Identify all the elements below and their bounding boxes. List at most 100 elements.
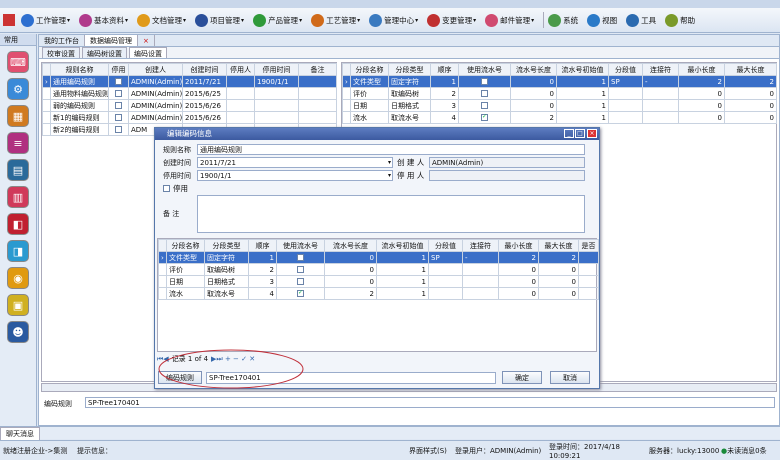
table-cell[interactable]: 弱的编码规则 — [50, 99, 109, 112]
table-cell[interactable]: 取编码树 — [388, 87, 431, 100]
table-cell[interactable]: 0 — [510, 99, 557, 112]
column-header[interactable]: 最大长度 — [538, 239, 579, 252]
network-icon[interactable]: ⚙ — [7, 78, 29, 100]
table-cell[interactable] — [276, 287, 325, 300]
table-cell[interactable]: 4 — [248, 287, 277, 300]
person-icon[interactable]: ☻ — [7, 321, 29, 343]
keyboard-icon[interactable]: ⌨ — [7, 51, 29, 73]
table-cell[interactable]: 评价 — [166, 263, 205, 276]
table-row[interactable]: › 文件类型 固定字符 1 0 1 SP -2 2 — [342, 75, 777, 88]
table-cell[interactable]: ADMIN(Admin) — [128, 99, 183, 112]
table-cell[interactable]: 0 — [724, 99, 777, 112]
briefcase-icon[interactable]: ◧ — [7, 213, 29, 235]
table-cell[interactable]: 0 — [324, 251, 377, 264]
checkbox[interactable] — [297, 254, 304, 261]
table-cell[interactable]: 0 — [324, 263, 377, 276]
table-cell[interactable] — [108, 111, 129, 124]
table-cell[interactable]: 0 — [498, 275, 539, 288]
table-cell[interactable] — [578, 287, 599, 300]
table-cell[interactable]: - — [642, 75, 679, 88]
table-cell[interactable]: 0 — [510, 75, 557, 88]
column-header[interactable]: 分段类型 — [204, 239, 249, 252]
table-cell[interactable] — [608, 99, 643, 112]
table-cell[interactable]: 0 — [498, 263, 539, 276]
table-cell[interactable]: 2015/6/26 — [182, 99, 227, 112]
table-cell[interactable]: 固定字符 — [204, 251, 249, 264]
menu-item-4[interactable]: 产品管理 ▾ — [251, 11, 306, 30]
checkbox[interactable] — [481, 90, 488, 97]
table-cell[interactable]: 1 — [376, 287, 429, 300]
table-cell[interactable]: 新1的编码规则 — [50, 111, 109, 124]
table-cell[interactable]: SP — [608, 75, 643, 88]
table-cell[interactable] — [578, 263, 599, 276]
checkbox[interactable] — [297, 290, 304, 297]
chevron-down-icon[interactable]: ▾ — [388, 158, 391, 168]
column-header[interactable]: 流水号长度 — [324, 239, 377, 252]
column-header[interactable]: 使用流水号 — [276, 239, 325, 252]
maximize-icon[interactable]: □ — [575, 129, 585, 138]
checkbox[interactable] — [481, 102, 488, 109]
ok-button[interactable]: 确定 — [502, 371, 542, 384]
tab-chat-messages[interactable]: 聊天消息 — [0, 427, 40, 441]
table-cell[interactable]: 2 — [724, 75, 777, 88]
chart-icon[interactable]: ▤ — [7, 159, 29, 181]
column-header[interactable]: 流水号初始值 — [376, 239, 429, 252]
table-cell[interactable] — [428, 287, 463, 300]
menu-item-6[interactable]: 管理中心 ▾ — [367, 11, 422, 30]
tab-my-workbench[interactable]: 我的工作台 — [39, 35, 85, 46]
table-cell[interactable] — [458, 87, 511, 100]
column-header[interactable]: 使用流水号 — [458, 63, 511, 76]
table-cell[interactable] — [458, 111, 511, 124]
table-cell[interactable] — [226, 87, 255, 100]
checkbox[interactable] — [297, 278, 304, 285]
table-cell[interactable] — [458, 75, 511, 88]
table-cell[interactable]: 2 — [248, 263, 277, 276]
column-header[interactable]: 是否 — [578, 239, 599, 252]
checkbox[interactable] — [481, 114, 488, 121]
column-header[interactable]: 连接符 — [462, 239, 499, 252]
table-cell[interactable] — [108, 87, 129, 100]
column-header[interactable]: 流水号长度 — [510, 63, 557, 76]
column-header[interactable]: 停用 — [108, 63, 129, 76]
column-header[interactable]: 备注 — [298, 63, 337, 76]
menu-item-3[interactable]: 项目管理 ▾ — [193, 11, 248, 30]
table-cell[interactable]: 1 — [556, 111, 609, 124]
table-cell[interactable] — [462, 287, 499, 300]
creator-field[interactable]: ADMIN(Admin) — [429, 157, 585, 168]
column-header[interactable]: 规则名称 — [50, 63, 109, 76]
column-header[interactable]: 停用时间 — [254, 63, 299, 76]
checkbox[interactable] — [481, 78, 488, 85]
table-row[interactable]: › 文件类型 固定字符 1 0 1 SP -2 2 — [158, 251, 599, 264]
chevron-down-icon[interactable]: ▾ — [388, 171, 391, 181]
table-cell[interactable] — [108, 99, 129, 112]
table-cell[interactable]: 流水 — [350, 111, 389, 124]
menu-item-9[interactable]: 系统 — [546, 11, 582, 30]
table-cell[interactable]: 0 — [498, 287, 539, 300]
table-cell[interactable]: 日期 — [166, 275, 205, 288]
disabled-by-field[interactable] — [429, 170, 585, 181]
close-icon[interactable]: × — [587, 129, 597, 138]
phone-icon[interactable]: ◨ — [7, 240, 29, 262]
table-cell[interactable]: 取流水号 — [388, 111, 431, 124]
table-cell[interactable]: 日期格式 — [388, 99, 431, 112]
menu-item-10[interactable]: 视图 — [585, 11, 621, 30]
table-cell[interactable]: 0 — [724, 87, 777, 100]
table-cell[interactable]: 3 — [430, 99, 459, 112]
table-cell[interactable]: 1 — [556, 75, 609, 88]
menu-item-1[interactable]: 基本资料 ▾ — [77, 11, 132, 30]
table-cell[interactable] — [578, 251, 599, 264]
menu-item-2[interactable]: 文档管理 ▾ — [135, 11, 190, 30]
boxes-icon[interactable]: ▦ — [7, 105, 29, 127]
table-cell[interactable]: ADMIN(Admin) — [128, 111, 183, 124]
disable-checkbox[interactable] — [163, 185, 170, 192]
table-cell[interactable]: 0 — [538, 263, 579, 276]
table-cell[interactable]: 1 — [430, 75, 459, 88]
menu-item-7[interactable]: 变更管理 ▾ — [425, 11, 480, 30]
table-cell[interactable]: 2 — [430, 87, 459, 100]
tab-code-settings[interactable]: 编码设置 — [129, 47, 167, 58]
table-cell[interactable] — [226, 111, 255, 124]
table-cell[interactable] — [254, 87, 299, 100]
table-cell[interactable]: 1 — [248, 251, 277, 264]
table-cell[interactable] — [298, 75, 337, 88]
table-cell[interactable]: 2 — [538, 251, 579, 264]
